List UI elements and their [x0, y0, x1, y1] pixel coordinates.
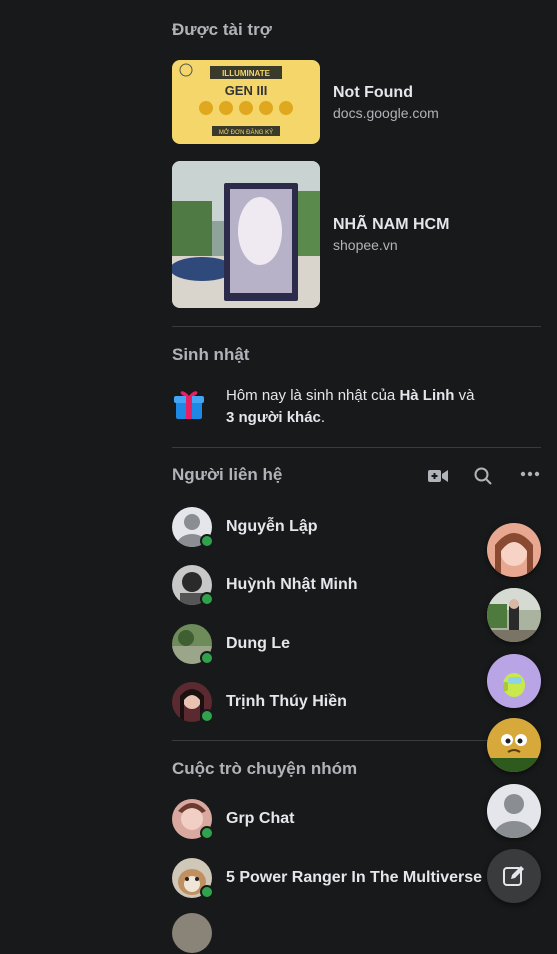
divider	[172, 740, 541, 741]
ad-thumbnail-illuminate: ILLUMINATE GEN III MỞ ĐƠN ĐĂNG KÝ	[172, 60, 320, 144]
birthday-text-and: và	[454, 387, 475, 404]
birthday-others[interactable]: 3 người khác	[226, 409, 321, 426]
ad-name[interactable]: Not Found	[333, 84, 439, 102]
ad-thumb-cta: MỞ ĐƠN ĐĂNG KÝ	[219, 129, 273, 136]
online-indicator	[200, 592, 214, 606]
birthday-text: Hôm nay là sinh nhật của	[226, 387, 400, 404]
group-chat-item[interactable]: Grp Chat	[172, 798, 294, 840]
chat-head[interactable]	[487, 523, 541, 577]
online-indicator	[200, 885, 214, 899]
compose-icon	[503, 865, 525, 892]
online-indicator	[200, 709, 214, 723]
divider	[172, 447, 541, 448]
ad-name[interactable]: NHÃ NAM HCM	[333, 216, 449, 234]
birthday-title: Sinh nhật	[172, 345, 250, 364]
divider	[172, 326, 541, 327]
more-icon[interactable]	[518, 462, 542, 486]
group-chat-item[interactable]: 5 Power Ranger In The Multiverse	[172, 857, 482, 899]
contact-name: Dung Le	[226, 635, 290, 652]
contact-item[interactable]: Trịnh Thúy Hiền	[172, 681, 347, 723]
avatar	[172, 682, 214, 723]
online-indicator	[200, 651, 214, 665]
group-chat-name: Grp Chat	[226, 810, 295, 827]
chat-head[interactable]	[487, 784, 541, 838]
new-message-button[interactable]	[487, 849, 541, 903]
ad-thumb-heading: GEN III	[225, 83, 268, 98]
avatar	[172, 858, 214, 899]
ad-thumb-brand: ILLUMINATE	[222, 69, 271, 78]
birthday-notice[interactable]: Hôm nay là sinh nhật của Hà Linh và 3 ng…	[172, 385, 532, 429]
group-chat-name: 5 Power Ranger In The Multiverse	[226, 869, 483, 886]
contact-name: Nguyễn Lập	[226, 518, 318, 535]
avatar	[172, 507, 214, 548]
avatar	[172, 565, 214, 606]
contacts-title: Người liên hệ	[172, 465, 283, 484]
sponsored-ad-2[interactable]: NHÃ NAM HCM shopee.vn	[172, 161, 542, 308]
video-call-icon[interactable]	[426, 464, 450, 488]
group-chats-title: Cuộc trò chuyện nhóm	[172, 759, 358, 778]
birthday-text-suffix: .	[320, 409, 326, 426]
avatar	[172, 913, 212, 953]
online-indicator	[200, 826, 214, 840]
chat-head[interactable]	[487, 718, 541, 772]
contact-item[interactable]: Dung Le	[172, 623, 290, 665]
gift-icon	[172, 387, 206, 429]
contact-name: Trịnh Thúy Hiền	[226, 693, 347, 710]
search-icon[interactable]	[471, 464, 495, 488]
birthday-person[interactable]: Hà Linh	[399, 387, 454, 404]
contact-name: Huỳnh Nhật Minh	[226, 576, 358, 593]
ad-domain: shopee.vn	[333, 237, 398, 253]
ad-thumbnail-book	[172, 161, 320, 308]
chat-head[interactable]	[487, 654, 541, 708]
group-chat-item[interactable]	[172, 912, 212, 954]
sponsored-ad-1[interactable]: ILLUMINATE GEN III MỞ ĐƠN ĐĂNG KÝ Not Fo…	[172, 60, 542, 144]
sponsored-title: Được tài trợ	[172, 20, 272, 39]
avatar	[172, 624, 214, 665]
ad-domain: docs.google.com	[333, 104, 439, 121]
contact-item[interactable]: Huỳnh Nhật Minh	[172, 564, 358, 606]
contact-item[interactable]: Nguyễn Lập	[172, 506, 318, 548]
online-indicator	[200, 534, 214, 548]
chat-head[interactable]	[487, 588, 541, 642]
avatar	[172, 799, 214, 840]
